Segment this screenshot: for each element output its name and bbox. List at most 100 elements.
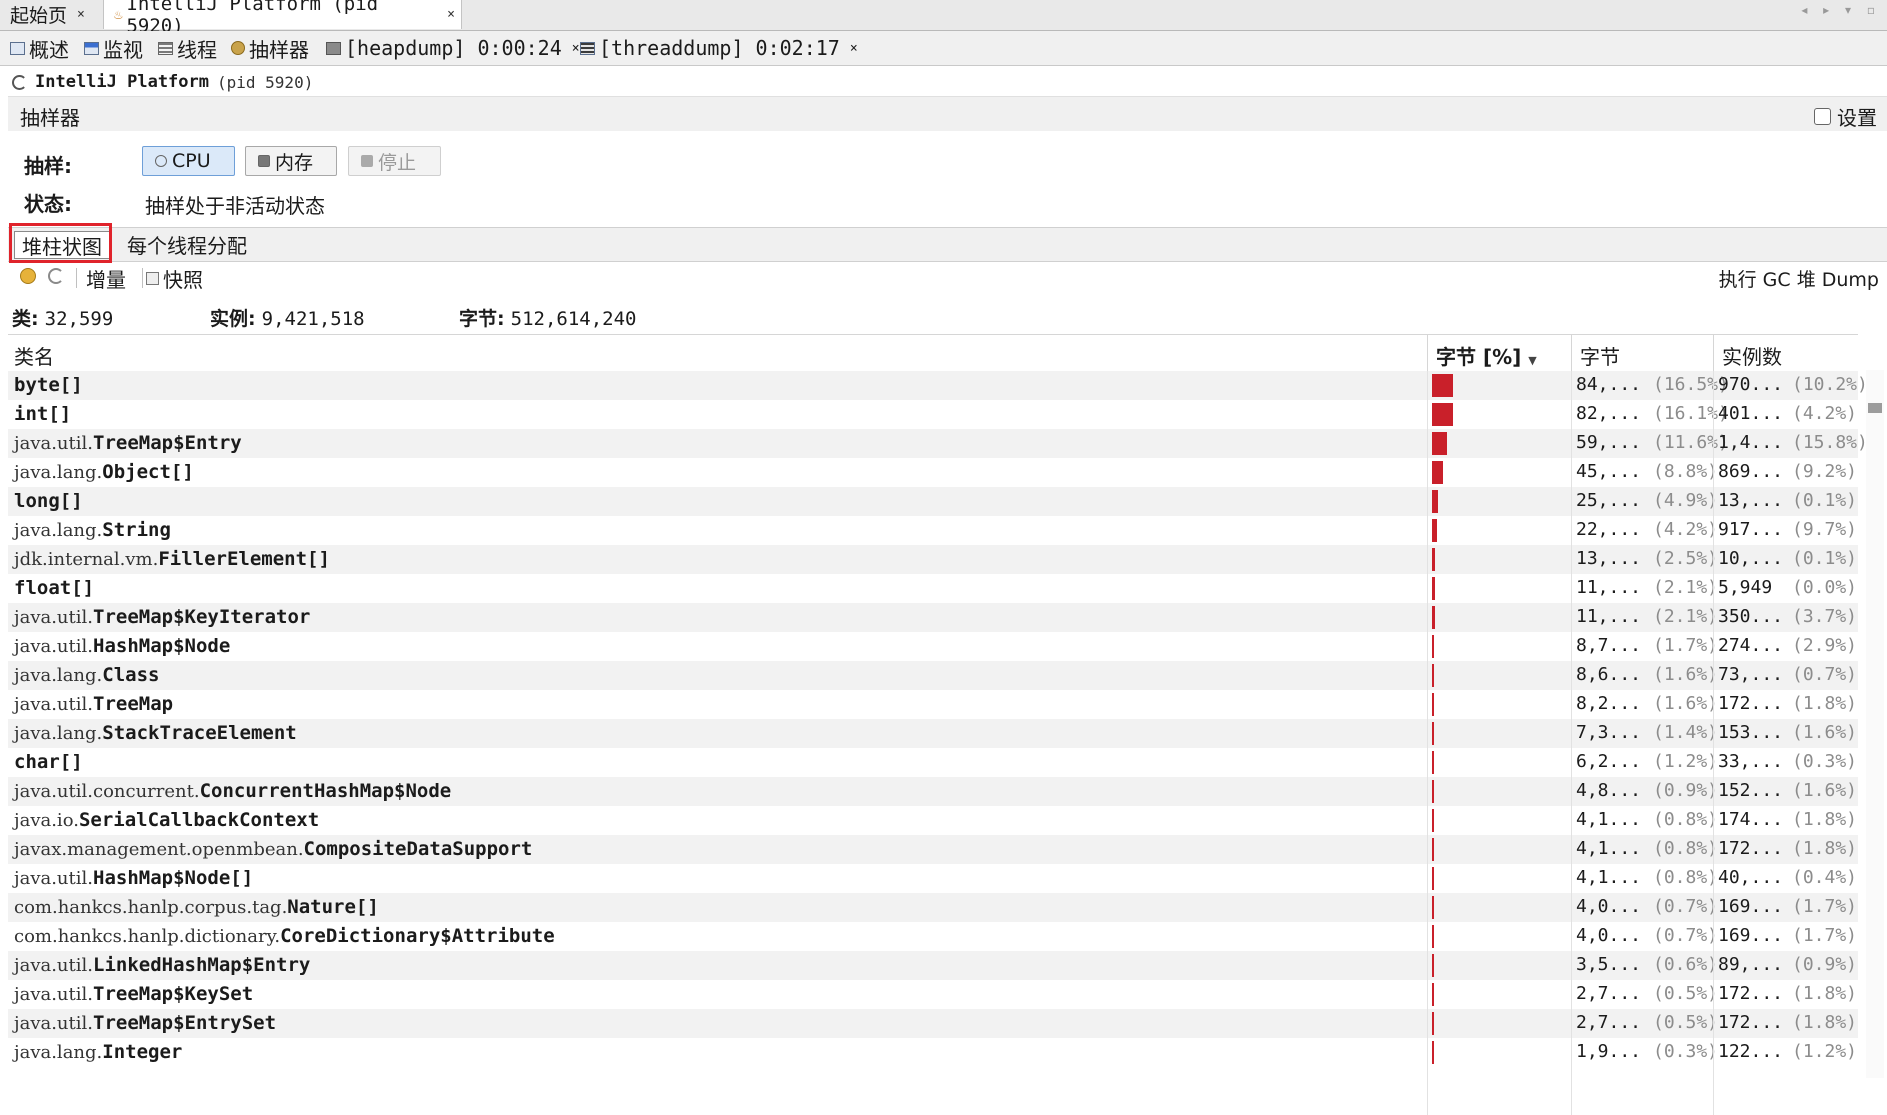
tab-sampler[interactable]: 抽样器: [231, 31, 309, 65]
tab-monitor[interactable]: 监视: [84, 31, 143, 65]
class-name-cell: long[]: [14, 490, 83, 512]
column-divider[interactable]: [1713, 335, 1714, 371]
instances-cell: 5,949 (0.0%): [1718, 577, 1857, 598]
table-row[interactable]: java.lang.Class 8,6... (1.6%) 73,... (0.7%): [8, 661, 1858, 690]
instances-percent: (4.2%): [1792, 403, 1858, 424]
bytes-percent-bar: [1432, 490, 1439, 513]
tab-threads[interactable]: 线程: [158, 31, 217, 65]
instances-cell: 172... (1.8%): [1718, 693, 1857, 714]
bytes-percent-bar-cell: [1432, 606, 1572, 629]
table-row[interactable]: com.hankcs.hanlp.dictionary.CoreDictiona…: [8, 922, 1858, 951]
close-icon[interactable]: ×: [850, 41, 858, 56]
table-row[interactable]: java.lang.String 22,... (4.2%) 917... (9.7%): [8, 516, 1858, 545]
bytes-cell: 2,7... (0.5%): [1576, 1012, 1718, 1033]
instances-cell: 869... (9.2%): [1718, 461, 1857, 482]
bytes-percent-bar: [1432, 461, 1444, 484]
memory-button[interactable]: 内存: [245, 146, 337, 176]
bytes-percent-bar-cell: [1432, 577, 1572, 600]
overview-icon: [10, 41, 25, 55]
instances-label: 实例:: [210, 308, 256, 330]
table-row[interactable]: java.io.SerialCallbackContext 4,1... (0.8%…: [8, 806, 1858, 835]
package-name: java.util.: [14, 607, 93, 628]
delta-button[interactable]: 增量: [86, 264, 126, 293]
settings-toggle[interactable]: 设置: [1814, 102, 1877, 131]
column-instances[interactable]: 实例数: [1722, 341, 1782, 370]
bytes-percent: (1.6%): [1653, 693, 1719, 714]
table-row[interactable]: java.util.HashMap$Node 8,7... (1.7%) 274...…: [8, 632, 1858, 661]
table-row[interactable]: jdk.internal.vm.FillerElement[] 13,... (2.…: [8, 545, 1858, 574]
table-row[interactable]: java.util.TreeMap$Entry 59,... (11.6%) 1,4.…: [8, 429, 1868, 458]
table-row[interactable]: java.util.TreeMap$EntrySet 2,7... (0.5%) 17…: [8, 1009, 1858, 1038]
bytes-percent-bar-cell: [1432, 751, 1572, 774]
tab-intellij-platform[interactable]: ♨ IntelliJ Platform (pid 5920) ×: [104, 0, 462, 37]
class-name: SerialCallbackContext: [78, 809, 320, 831]
java-icon: ♨: [114, 6, 123, 23]
bytes-percent-bar-cell: [1432, 403, 1572, 426]
table-row[interactable]: char[] 6,2... (1.2%) 33,... (0.3%): [8, 748, 1858, 777]
instances-percent: (10.2%): [1792, 374, 1868, 395]
bytes-cell: 59,... (11.6%): [1576, 432, 1729, 453]
table-row[interactable]: java.util.TreeMap$KeyIterator 11,... (2.1%…: [8, 603, 1858, 632]
bytes-value: 4,1...: [1576, 867, 1642, 888]
bytes-percent-bar-cell: [1432, 896, 1572, 919]
snapshot-button[interactable]: 快照: [146, 264, 203, 293]
instances-summary: 实例: 9,421,518: [210, 304, 365, 331]
bytes-percent: (0.6%): [1653, 954, 1719, 975]
table-row[interactable]: java.util.LinkedHashMap$Entry 3,5... (0.6%…: [8, 951, 1858, 980]
tab-threaddump[interactable]: [threaddump] 0:02:17 ×: [580, 31, 858, 65]
table-row[interactable]: javax.management.openmbean.CompositeData…: [8, 835, 1858, 864]
table-row[interactable]: com.hankcs.hanlp.corpus.tag.Nature[] 4,0.…: [8, 893, 1858, 922]
table-row[interactable]: java.lang.StackTraceElement 7,3... (1.4%) 1…: [8, 719, 1858, 748]
package-name: javax.management.openmbean.: [14, 839, 304, 860]
settings-checkbox[interactable]: [1814, 108, 1831, 125]
window-controls[interactable]: ◂ ▸ ▾ ▫: [1801, 3, 1881, 17]
scrollbar-thumb[interactable]: [1868, 403, 1882, 413]
tab-start-page[interactable]: 起始页 ×: [0, 0, 104, 29]
close-icon[interactable]: ×: [77, 7, 85, 22]
vertical-scrollbar[interactable]: [1866, 370, 1884, 1078]
column-divider[interactable]: [1571, 335, 1572, 371]
table-row[interactable]: float[] 11,... (2.1%) 5,949 (0.0%): [8, 574, 1858, 603]
tab-per-thread-allocation[interactable]: 每个线程分配: [120, 231, 254, 258]
bytes-value: 8,7...: [1576, 635, 1642, 656]
bytes-cell: 11,... (2.1%): [1576, 577, 1718, 598]
instances-percent: (1.6%): [1792, 780, 1858, 801]
close-icon[interactable]: ×: [447, 7, 455, 22]
stop-button[interactable]: 停止: [348, 146, 441, 176]
tab-overview[interactable]: 概述: [10, 31, 69, 65]
histogram-toolbar: 增量 快照 执行 GC 堆 Dump: [8, 262, 1887, 294]
perform-gc-heap-dump[interactable]: 执行 GC 堆 Dump: [1719, 265, 1879, 292]
instances-percent: (0.1%): [1792, 548, 1858, 569]
bytes-cell: 11,... (2.1%): [1576, 606, 1718, 627]
table-row[interactable]: java.util.TreeMap$KeySet 2,7... (0.5%) 172.…: [8, 980, 1858, 1009]
clock-icon: [155, 155, 167, 167]
bytes-percent-bar: [1432, 809, 1434, 832]
table-row[interactable]: int[] 82,... (16.1%) 401... (4.2%): [8, 400, 1858, 429]
table-row[interactable]: java.util.concurrent.ConcurrentHashMap$N…: [8, 777, 1858, 806]
cpu-button[interactable]: CPU: [142, 146, 235, 176]
column-class-name[interactable]: 类名: [14, 341, 54, 370]
table-row[interactable]: java.util.TreeMap 8,2... (1.6%) 172... (1.8%…: [8, 690, 1858, 719]
table-row[interactable]: byte[] 84,... (16.5%) 970... (10.2%): [8, 371, 1868, 400]
bytes-value: 11,...: [1576, 577, 1642, 598]
table-row[interactable]: java.lang.Object[] 45,... (8.8%) 869... (9.2…: [8, 458, 1858, 487]
table-row[interactable]: long[] 25,... (4.9%) 13,... (0.1%): [8, 487, 1858, 516]
column-divider[interactable]: [1427, 335, 1428, 371]
tab-heapdump[interactable]: [heapdump] 0:00:24 ×: [326, 31, 580, 65]
snapshot-icon: [146, 272, 159, 285]
refresh-icon: [12, 74, 27, 90]
close-icon[interactable]: ×: [572, 41, 580, 56]
refresh-icon[interactable]: [48, 268, 64, 284]
bytes-percent: (4.2%): [1653, 519, 1719, 540]
table-row[interactable]: java.util.HashMap$Node[] 4,1... (0.8%) 40,.…: [8, 864, 1858, 893]
instances-percent: (9.2%): [1792, 461, 1858, 482]
instances-value: 10,...: [1718, 548, 1784, 569]
instances-value: 169...: [1718, 896, 1784, 917]
bytes-value: 84,...: [1576, 374, 1642, 395]
table-row[interactable]: java.lang.Integer 1,9... (0.3%) 122... (1.2%…: [8, 1038, 1858, 1067]
column-bytes-pct[interactable]: 字节 [%] ▼: [1436, 341, 1537, 370]
pause-icon[interactable]: [20, 268, 36, 284]
instances-cell: 40,... (0.4%): [1718, 867, 1857, 888]
class-name: Class: [102, 664, 160, 686]
column-bytes[interactable]: 字节: [1580, 341, 1620, 370]
